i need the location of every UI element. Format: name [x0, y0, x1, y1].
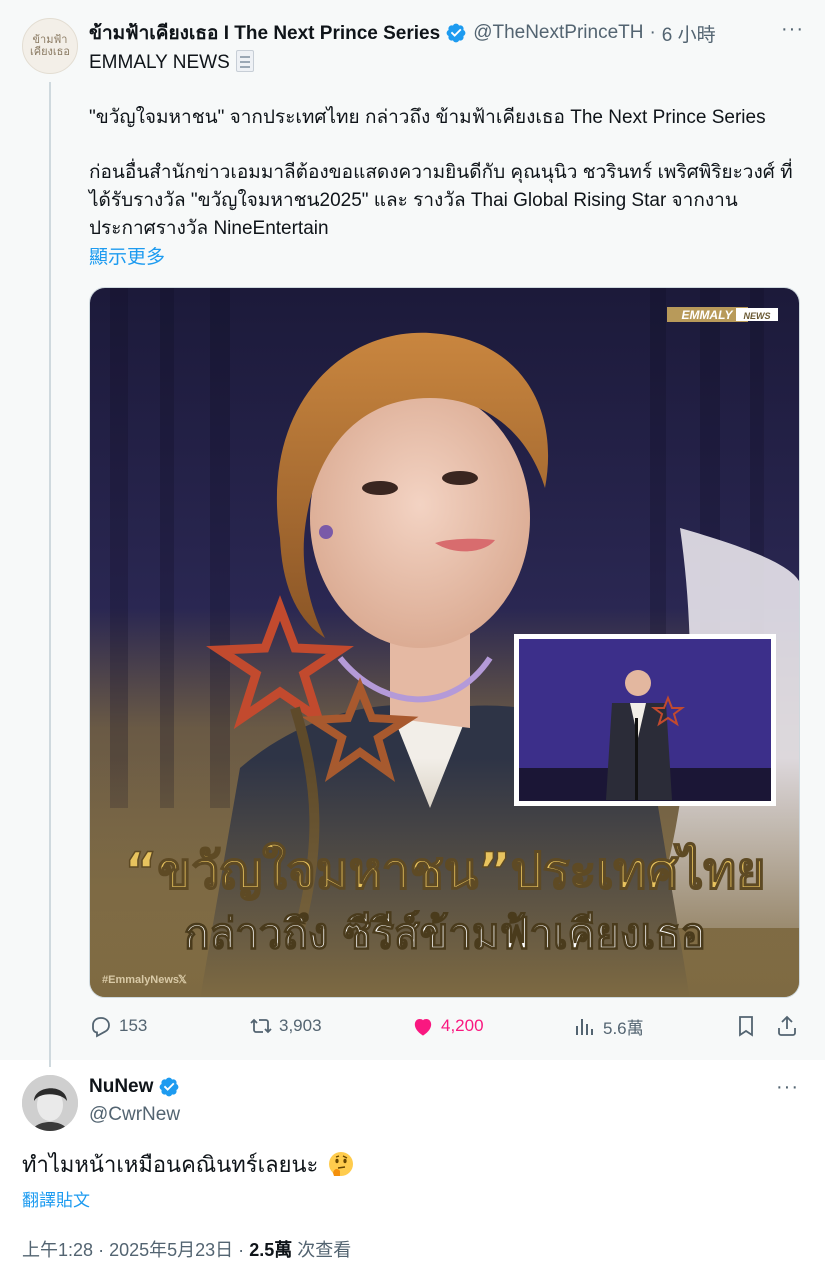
bookmark-button[interactable]	[734, 1014, 764, 1038]
like-button[interactable]: 4,200	[411, 1014, 484, 1038]
post-text: ทำไมหน้าเหมือนคณินทร์เลยนะ	[22, 1150, 354, 1180]
reply-author-row: NuNew	[89, 1076, 186, 1098]
post-text-content: ทำไมหน้าเหมือนคณินทร์เลยนะ	[22, 1152, 319, 1177]
avatar[interactable]: ข้ามฟ้า เคียงเธอ	[22, 18, 78, 74]
post-meta: 上午1:28 · 2025年5月23日 · 2.5萬 次查看	[22, 1236, 351, 1262]
views-count: 5.6萬	[603, 1019, 644, 1038]
post-image-artwork: EMMALY NEWS “ขวัญใจมหาชน”ประเทศไทย กล่าว…	[90, 288, 799, 997]
post-actions: 153 3,903 4,200 5.6萬	[89, 1014, 800, 1046]
heart-icon	[414, 1018, 432, 1036]
post-text-line: ได้รับรางวัล "ขวัญใจมหาชน2025" และ รางวั…	[89, 190, 738, 211]
views-count: 2.5萬	[249, 1240, 293, 1260]
author-name[interactable]: ข้ามฟ้าเคียงเธอ I The Next Prince Series	[89, 18, 440, 48]
author-name[interactable]: NuNew	[89, 1076, 153, 1098]
repost-count: 3,903	[279, 1016, 322, 1035]
share-icon	[778, 1015, 796, 1036]
share-button[interactable]	[775, 1014, 805, 1038]
views-button[interactable]: 5.6萬	[573, 1014, 644, 1039]
document-icon	[235, 50, 254, 72]
reply-button[interactable]: 153	[89, 1014, 147, 1038]
views-icon	[576, 1018, 593, 1035]
image-headline-2: กล่าวถึง ซีรีส์ข้ามฟ้าเคียงเธอ	[184, 909, 706, 958]
reply-count: 153	[119, 1016, 148, 1035]
emmaly-logo-sub: NEWS	[744, 311, 771, 321]
thinking-face-icon	[329, 1152, 354, 1176]
show-more-link[interactable]: 顯示更多	[89, 242, 165, 269]
post-time[interactable]: 6 小時	[662, 20, 716, 47]
author-handle[interactable]: @CwrNew	[89, 1104, 180, 1126]
image-headline-1: “ขวัญใจมหาชน”ประเทศไทย	[124, 842, 765, 900]
repost-icon	[250, 1018, 272, 1034]
meta-separator: ·	[238, 1240, 245, 1260]
post-text-line: ประกาศรางวัล NineEntertain	[89, 218, 329, 239]
post-header: ข้ามฟ้าเคียงเธอ I The Next Prince Series…	[89, 18, 804, 48]
avatar-photo	[22, 1075, 78, 1131]
more-options-button[interactable]: ···	[781, 18, 804, 41]
avatar-logo-text: ข้ามฟ้า เคียงเธอ	[29, 33, 70, 58]
header-separator: ·	[649, 22, 656, 43]
post-image[interactable]: EMMALY NEWS “ขวัญใจมหาชน”ประเทศไทย กล่าว…	[89, 287, 800, 998]
translate-post-link[interactable]: 翻譯貼文	[22, 1186, 90, 1211]
post-text-source: EMMALY NEWS	[89, 52, 230, 73]
post-text-line: ก่อนอื่นสำนักข่าวเอมมาลีต้องขอแสดงความยิ…	[89, 162, 793, 183]
repost-button[interactable]: 3,903	[249, 1014, 322, 1038]
reply-icon	[92, 1017, 110, 1038]
avatar[interactable]	[22, 1075, 78, 1131]
more-options-button[interactable]: ···	[776, 1076, 799, 1099]
verified-badge-icon	[160, 1077, 179, 1097]
verified-badge-icon	[446, 23, 466, 43]
emmaly-logo: EMMALY	[681, 308, 733, 322]
post-text-line: "ขวัญใจมหาชน" จากประเทศไทย กล่าวถึง ข้าม…	[89, 107, 766, 128]
meta-separator: ·	[98, 1240, 105, 1260]
image-hashtag: #EmmalyNews	[102, 974, 179, 986]
views-label: 次查看	[297, 1240, 352, 1260]
thread-connector-line	[49, 82, 51, 1067]
bookmark-icon	[739, 1016, 753, 1037]
author-handle[interactable]: @TheNextPrinceTH	[473, 22, 643, 44]
x-logo-icon: 𝕏	[178, 974, 187, 986]
post-text-line: EMMALY NEWS	[89, 49, 254, 77]
like-count: 4,200	[441, 1016, 484, 1035]
post-date[interactable]: 2025年5月23日	[109, 1240, 233, 1260]
post-time[interactable]: 上午1:28	[22, 1240, 93, 1260]
